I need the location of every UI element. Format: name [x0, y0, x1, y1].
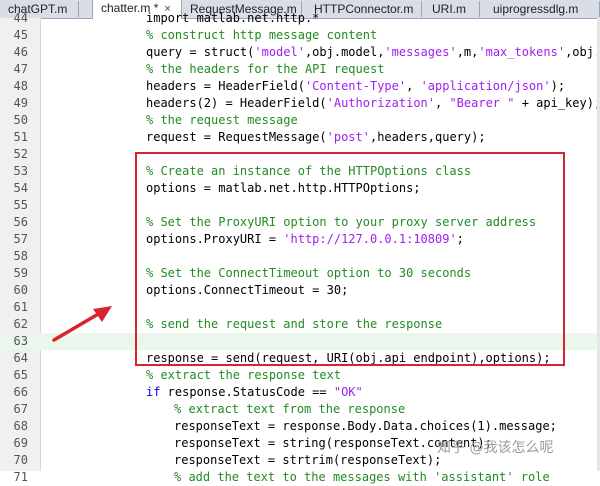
code-text: import matlab.net.http.* — [146, 10, 319, 27]
code-line[interactable]: 51 request = RequestMessage('post',header… — [0, 129, 600, 146]
code-token: ,obj.model, — [304, 45, 385, 59]
code-text: % construct http message content — [146, 27, 377, 44]
code-token: headers(2) = HeaderField( — [146, 96, 327, 110]
line-number: 56 — [13, 215, 28, 229]
line-number: 54 — [13, 181, 28, 195]
line-number: 52 — [13, 147, 28, 161]
code-token: ,m, — [456, 45, 479, 59]
code-string: "Bearer " — [449, 96, 515, 110]
code-line[interactable]: 67 % extract text from the response — [0, 401, 600, 418]
code-keyword: if — [146, 385, 161, 399]
code-comment: % extract text from the response — [174, 402, 406, 416]
code-token: import matlab.net.http.* — [146, 11, 320, 25]
code-text: headers = HeaderField('Content-Type', 'a… — [146, 78, 565, 95]
line-number: 55 — [13, 198, 28, 212]
code-string: 'application/json' — [420, 79, 551, 93]
code-comment: % construct http message content — [146, 28, 378, 42]
line-number: 50 — [13, 113, 28, 127]
code-comment: % the request message — [146, 113, 298, 127]
code-text: % the request message — [146, 112, 298, 129]
code-text: headers(2) = HeaderField('Authorization'… — [146, 95, 600, 112]
code-string: 'model' — [254, 45, 305, 59]
code-text: query = struct('model',obj.model,'messag… — [146, 44, 600, 61]
code-line[interactable]: 45 % construct http message content — [0, 27, 600, 44]
annotation-arrow-icon — [52, 306, 112, 342]
code-line[interactable]: 44 import matlab.net.http.* — [0, 10, 600, 27]
code-line[interactable]: 65 % extract the response text — [0, 367, 600, 384]
line-number: 71 — [13, 470, 28, 484]
line-number: 69 — [13, 436, 28, 450]
code-token: request = RequestMessage( — [146, 130, 327, 144]
code-token: , — [406, 79, 421, 93]
code-line[interactable]: 46 query = struct('model',obj.model,'mess… — [0, 44, 600, 61]
code-text: request = RequestMessage('post',headers,… — [146, 129, 486, 146]
code-string: 'post' — [326, 130, 370, 144]
code-text: % add the text to the messages with 'ass… — [174, 469, 550, 486]
watermark: 知乎 @我该怎么呢 — [437, 440, 554, 456]
code-text: % the headers for the API request — [146, 61, 384, 78]
line-number: 66 — [13, 385, 28, 399]
highlight-box — [135, 152, 565, 366]
code-line[interactable]: 68 responseText = response.Body.Data.choi… — [0, 418, 600, 435]
code-string: 'Authorization' — [326, 96, 435, 110]
line-number: 60 — [13, 283, 28, 297]
code-token: query = struct( — [146, 45, 255, 59]
code-token: ,headers,query); — [369, 130, 486, 144]
line-number: 57 — [13, 232, 28, 246]
line-number: 64 — [13, 351, 28, 365]
code-token: response.StatusCode == — [160, 385, 334, 399]
code-token: responseText = strtrim(responseText); — [174, 453, 442, 467]
line-number: 53 — [13, 164, 28, 178]
line-number: 62 — [13, 317, 28, 331]
code-token: headers = HeaderField( — [146, 79, 305, 93]
code-comment: % extract the response text — [146, 368, 342, 382]
code-text: % extract text from the response — [174, 401, 405, 418]
code-string: 'Content-Type' — [304, 79, 407, 93]
line-number: 58 — [13, 249, 28, 263]
code-token: ); — [550, 79, 566, 93]
line-number: 49 — [13, 96, 28, 110]
line-number: 65 — [13, 368, 28, 382]
line-number: 70 — [13, 453, 28, 467]
code-token: responseText = response.Body.Data.choice… — [174, 419, 557, 433]
code-text: if response.StatusCode == "OK" — [146, 384, 363, 401]
line-number: 47 — [13, 62, 28, 76]
code-string: 'messages' — [384, 45, 457, 59]
code-line[interactable]: 66 if response.StatusCode == "OK" — [0, 384, 600, 401]
line-number: 61 — [13, 300, 28, 314]
code-comment: % add the text to the messages with 'ass… — [174, 470, 550, 484]
line-number: 63 — [13, 334, 28, 348]
code-text: % extract the response text — [146, 367, 341, 384]
code-line[interactable]: 48 headers = HeaderField('Content-Type', … — [0, 78, 600, 95]
code-line[interactable]: 49 headers(2) = HeaderField('Authorizatio… — [0, 95, 600, 112]
code-token: ,obj.m — [565, 45, 600, 59]
line-number: 68 — [13, 419, 28, 433]
code-text: responseText = strtrim(responseText); — [174, 452, 441, 469]
line-number: 46 — [13, 45, 28, 59]
line-number: 48 — [13, 79, 28, 93]
code-token: , — [435, 96, 450, 110]
code-comment: % the headers for the API request — [146, 62, 385, 76]
code-string: 'max_tokens' — [478, 45, 566, 59]
line-number: 51 — [13, 130, 28, 144]
line-number: 67 — [13, 402, 28, 416]
line-number: 44 — [13, 11, 28, 25]
code-token: + api_key); — [514, 96, 600, 110]
code-string: "OK" — [333, 385, 363, 399]
code-line[interactable]: 71 % add the text to the messages with 'a… — [0, 469, 600, 486]
line-number: 59 — [13, 266, 28, 280]
code-text: responseText = response.Body.Data.choice… — [174, 418, 557, 435]
line-number: 45 — [13, 28, 28, 42]
code-line[interactable]: 50 % the request message — [0, 112, 600, 129]
code-line[interactable]: 47 % the headers for the API request — [0, 61, 600, 78]
